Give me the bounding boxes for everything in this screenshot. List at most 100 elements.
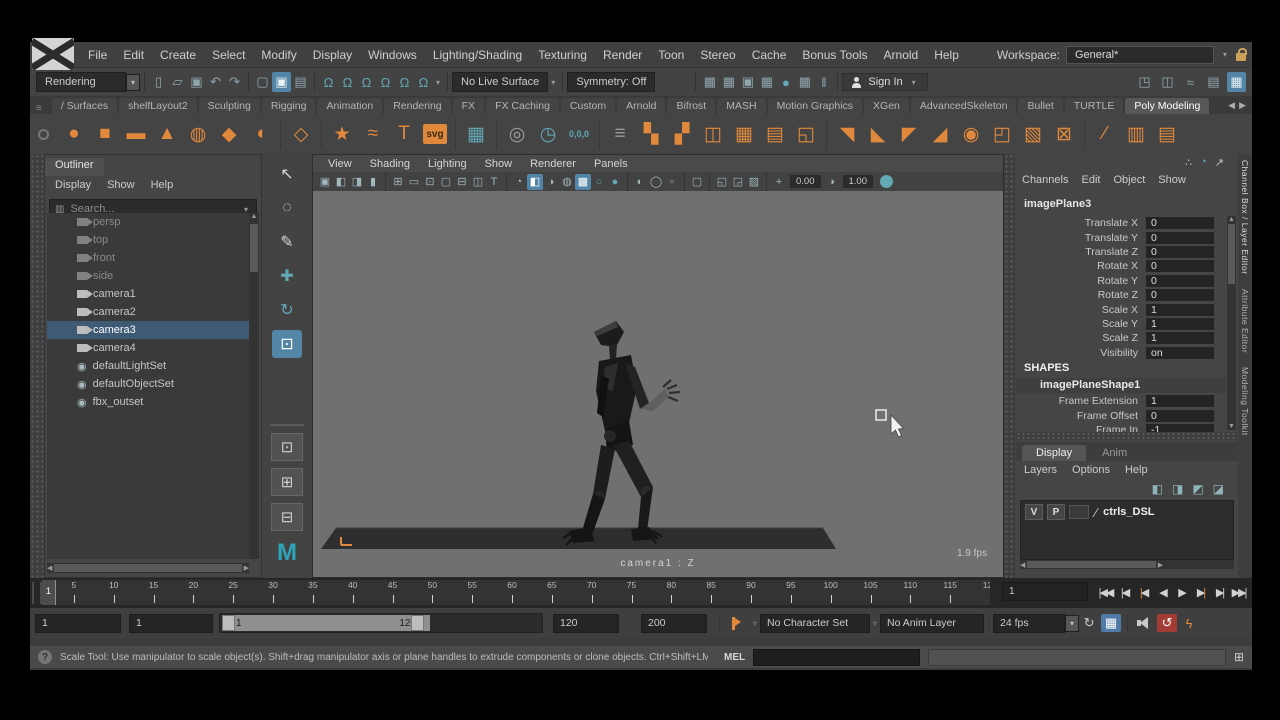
new-layer-selected-icon[interactable]: ◪: [1213, 482, 1224, 496]
outliner-item-defaultobjectset[interactable]: ◉defaultObjectSet: [47, 375, 249, 393]
menu-select[interactable]: Select: [204, 48, 253, 62]
sweep-mesh-icon[interactable]: ★: [328, 119, 356, 149]
undo-icon[interactable]: ↶: [206, 72, 225, 92]
shelf-menu-icon[interactable]: ≡: [36, 103, 42, 114]
fps-caret-icon[interactable]: ▾: [1065, 615, 1079, 632]
menu-cache[interactable]: Cache: [744, 48, 795, 62]
shelf-tab-animation[interactable]: Animation: [317, 98, 382, 114]
side-tab-attribute-editor[interactable]: Attribute Editor: [1240, 289, 1250, 353]
channel-menu-edit[interactable]: Edit: [1081, 174, 1100, 186]
shelf-tab-surfaces[interactable]: / Surfaces: [52, 98, 117, 114]
outliner-item-side[interactable]: side: [47, 267, 249, 285]
gamma-field[interactable]: 1.00: [843, 175, 874, 188]
layer-row[interactable]: V P ∕ ctrls_DSL: [1021, 501, 1233, 523]
anti-alias-icon[interactable]: ▫: [664, 174, 680, 190]
scroll-thumb[interactable]: [1027, 561, 1155, 568]
node-network-icon[interactable]: ∴: [1185, 156, 1192, 169]
poly-torus-icon[interactable]: ◍: [184, 119, 212, 149]
scroll-thumb[interactable]: [1228, 224, 1235, 284]
delete-history-icon[interactable]: ◷: [534, 119, 562, 149]
edge-flow-icon[interactable]: ▥: [1122, 119, 1150, 149]
character-set-caret-icon[interactable]: ▿: [753, 619, 757, 628]
channel-object-name[interactable]: imagePlane3: [1024, 198, 1091, 210]
bookmark-icon[interactable]: ▮: [365, 174, 381, 190]
live-surface-field[interactable]: No Live Surface: [452, 72, 548, 92]
render-view-icon[interactable]: ▦: [700, 72, 719, 92]
snap-grid-icon[interactable]: Ω: [319, 72, 338, 92]
playback-end-field[interactable]: 120: [553, 614, 619, 633]
animation-preferences-icon[interactable]: ϟ: [1179, 614, 1199, 632]
grid-icon[interactable]: ⊞: [390, 174, 406, 190]
symmetry-field[interactable]: Symmetry: Off: [567, 72, 655, 92]
sound-icon[interactable]: [1137, 617, 1150, 629]
channel-menu-object[interactable]: Object: [1113, 174, 1145, 186]
vp-menu-panels[interactable]: Panels: [585, 158, 637, 170]
lasso-tool[interactable]: ◌: [272, 194, 302, 222]
sign-in-button[interactable]: Sign In ▾: [842, 73, 927, 91]
shelf-tab-shelflayout2[interactable]: shelfLayout2: [119, 98, 197, 114]
color-management-icon[interactable]: [880, 175, 893, 188]
mirror-icon[interactable]: ◫: [699, 119, 727, 149]
xray-joints-icon[interactable]: ◲: [730, 174, 746, 190]
crease-tool-icon[interactable]: ∕: [1091, 119, 1119, 149]
default-material-icon[interactable]: ○: [591, 174, 607, 190]
move-to-layer-icon[interactable]: ◧: [1152, 482, 1163, 496]
channel-value-field[interactable]: 0: [1146, 410, 1214, 422]
two-pane-layout-button[interactable]: ⊟: [271, 503, 303, 531]
menu-toon[interactable]: Toon: [650, 48, 692, 62]
shelf-tab-mash[interactable]: MASH: [717, 98, 765, 114]
poly-text-icon[interactable]: T: [390, 119, 418, 149]
vp-menu-shading[interactable]: Shading: [361, 158, 419, 170]
resolution-gate-icon[interactable]: ⊡: [422, 174, 438, 190]
menu-stereo[interactable]: Stereo: [692, 48, 743, 62]
channel-value-field[interactable]: 0: [1146, 246, 1214, 258]
empty-layer-icon[interactable]: ◨: [1172, 482, 1183, 496]
shelf-scroll-left-icon[interactable]: ◀: [1228, 100, 1235, 111]
scroll-left-icon[interactable]: ◀: [1020, 561, 1025, 569]
channel-vscrollbar[interactable]: ▲ ▼: [1227, 216, 1236, 430]
loop-playback-icon[interactable]: ↻: [1079, 614, 1099, 632]
quad-draw-icon[interactable]: ▧: [1019, 119, 1047, 149]
film-gate-icon[interactable]: ▭: [406, 174, 422, 190]
menu-bonus-tools[interactable]: Bonus Tools: [794, 48, 875, 62]
range-slider-bar[interactable]: 1 120: [222, 615, 430, 631]
tab-display[interactable]: Display: [1022, 445, 1086, 461]
menu-lighting-shading[interactable]: Lighting/Shading: [425, 48, 530, 62]
range-handle-right[interactable]: [411, 615, 424, 631]
exposure-field[interactable]: 0.00: [790, 175, 821, 188]
menu-windows[interactable]: Windows: [360, 48, 425, 62]
outliner-hscrollbar[interactable]: ◀ ▶: [47, 563, 249, 573]
timeline-grip[interactable]: [32, 582, 42, 604]
shelf-tab-sculpting[interactable]: Sculpting: [199, 98, 260, 114]
shelf-tab-rigging[interactable]: Rigging: [262, 98, 316, 114]
snap-options-caret-icon[interactable]: ▾: [436, 78, 440, 87]
shape-node-name[interactable]: imagePlaneShape1: [1016, 378, 1226, 393]
graph-editor-icon[interactable]: ↗: [1215, 156, 1224, 169]
panel-divider-grip[interactable]: [1004, 154, 1016, 578]
outliner-item-fbx-outset[interactable]: ◉fbx_outset: [47, 393, 249, 411]
layers-icon[interactable]: ≡: [606, 119, 634, 149]
poly-cone-icon[interactable]: ▲: [153, 119, 181, 149]
character-controls-icon[interactable]: ◫: [1158, 72, 1177, 92]
character-set-dropdown[interactable]: No Character Set: [760, 614, 870, 633]
safe-title-icon[interactable]: T: [486, 174, 502, 190]
shelf-tab-bullet[interactable]: Bullet: [1018, 98, 1062, 114]
snap-curve-icon[interactable]: Ω: [338, 72, 357, 92]
channel-value-field[interactable]: 0: [1146, 289, 1214, 301]
open-scene-icon[interactable]: ▱: [168, 72, 187, 92]
four-pane-layout-button[interactable]: ⊞: [271, 468, 303, 496]
outliner-vscrollbar[interactable]: ▲: [249, 213, 259, 559]
exposure-icon[interactable]: +: [771, 174, 787, 190]
channel-value-field[interactable]: 1: [1146, 332, 1214, 344]
maya-logo-icon[interactable]: M: [277, 539, 297, 567]
shadows-icon[interactable]: ●: [607, 174, 623, 190]
project-curve-icon[interactable]: ◰: [988, 119, 1016, 149]
bevel-icon[interactable]: ◣: [864, 119, 892, 149]
panel-left-grip[interactable]: [30, 154, 44, 578]
outliner-item-top[interactable]: top: [47, 231, 249, 249]
scroll-thumb[interactable]: [250, 224, 258, 272]
use-all-lights-icon[interactable]: ◍: [559, 174, 575, 190]
fill-hole-icon[interactable]: ▦: [730, 119, 758, 149]
step-back-frame-button[interactable]: |◀: [1115, 580, 1134, 605]
shelf-tab-poly-modeling[interactable]: Poly Modeling: [1125, 98, 1209, 114]
